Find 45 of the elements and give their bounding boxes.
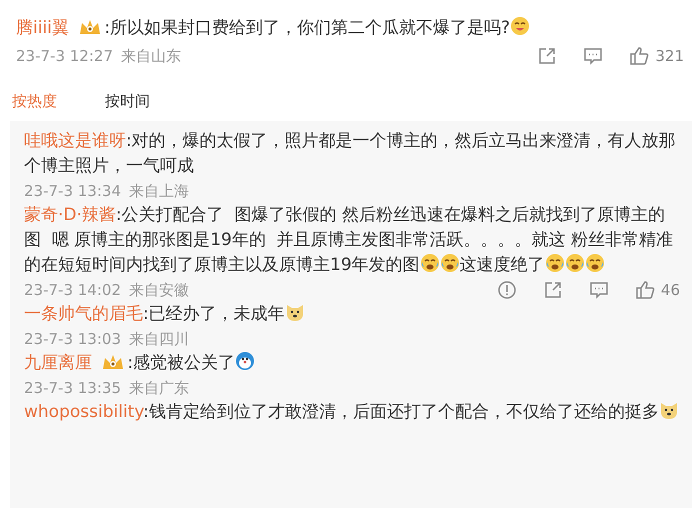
comment-button[interactable]: [588, 280, 609, 300]
comment-icon: [588, 280, 609, 300]
comment-location: 来自广东: [129, 378, 189, 398]
comment-text: 腾iiii翼 :所以如果封口费给到了，你们第二个瓜就不爆了是吗?: [16, 16, 684, 41]
username-link[interactable]: 哇哦这是谁呀: [24, 130, 126, 150]
thumbs-up-icon: [629, 46, 650, 66]
crying-face-icon: [564, 252, 585, 272]
comment-icon: [583, 46, 604, 66]
username-link[interactable]: 九厘离厘: [24, 352, 92, 372]
comment-time: 23-7-3 14:02: [24, 280, 121, 300]
like-button[interactable]: 321: [629, 44, 684, 68]
sort-tab[interactable]: 按热度: [12, 90, 57, 112]
comment-time: 23-7-3 13:35: [24, 378, 121, 398]
crying-face-icon: [440, 252, 460, 272]
share-button[interactable]: [542, 280, 563, 300]
username-link[interactable]: 蒙奇·D·辣酱: [24, 204, 116, 224]
comment-text: 九厘离厘 :感觉被公关了: [24, 350, 680, 376]
crying-face-icon: [544, 252, 565, 272]
comment-location: 来自上海: [129, 180, 189, 202]
username-link[interactable]: whopossibility: [24, 402, 144, 422]
thumbs-up-icon: [634, 280, 655, 300]
crying-face-icon: [420, 252, 440, 272]
comment-button[interactable]: [583, 46, 604, 66]
share-button[interactable]: [537, 46, 558, 66]
comment-time: 23-7-3 13:34: [24, 180, 121, 202]
comment-text: whopossibility:钱肯定给到位了才敢澄清，后面还打了个配合，不仅给了还给的挺多: [24, 400, 680, 424]
report-button[interactable]: [496, 280, 517, 300]
like-button[interactable]: 46: [634, 278, 680, 302]
share-icon: [542, 280, 563, 300]
comment-time: 23-7-3 13:03: [24, 328, 121, 350]
comment-text: 蒙奇·D·辣酱:公关打配合了 图爆了张假的 然后粉丝迅速在爆料之后就找到了原博主的图 嗯 原博主的那张图是19年的 并且原博主发图非常活跃。。。。就这 粉丝非常精准的在短短时间内找到了原博主以及原博主19年发的图 这速度绝了: [24, 204, 674, 276]
report-icon: [496, 280, 517, 300]
grinning-face-icon: [510, 16, 530, 36]
username-link[interactable]: 腾iiii翼: [16, 18, 69, 38]
sort-tab[interactable]: 按时间: [105, 90, 150, 112]
share-icon: [537, 46, 558, 66]
comment-location: 来自四川: [129, 328, 189, 350]
comment-location: 来自山东: [121, 46, 181, 67]
username-link[interactable]: 一条帅气的眉毛: [24, 304, 143, 324]
robot-face-icon: [235, 350, 256, 370]
crying-face-icon: [584, 252, 605, 272]
comment-time: 23-7-3 12:27: [16, 46, 113, 67]
comment-text: 一条帅气的眉毛:已经办了，未成年: [24, 302, 680, 326]
comment-location: 来自安徽: [129, 280, 189, 300]
comment-text: 哇哦这是谁呀:对的，爆的太假了，照片都是一个博主的，然后立马出来澄清，有人放那个博主照片，一气呵成: [24, 130, 677, 178]
